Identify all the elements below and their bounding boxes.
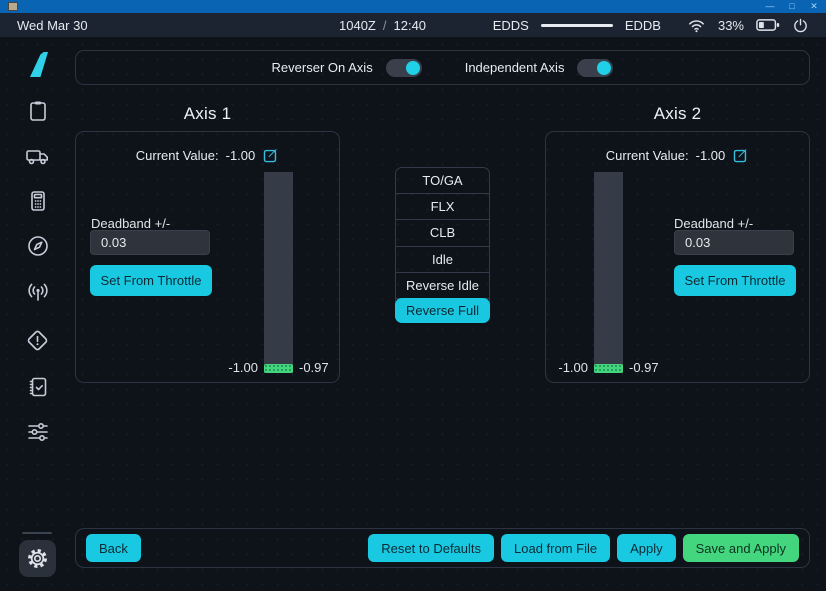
axis1-bar-max-label: -0.97 xyxy=(299,360,329,375)
axis2-heading: Axis 2 xyxy=(545,104,810,124)
axis2-deadband-input[interactable] xyxy=(674,230,794,255)
axis-options-panel: Reverser On Axis Independent Axis xyxy=(75,50,810,85)
sidebar-item-compass[interactable] xyxy=(0,234,75,258)
axis1-deadband-label: Deadband +/- xyxy=(91,216,170,231)
sidebar-item-settings-sliders[interactable] xyxy=(0,420,75,444)
close-icon[interactable]: ✕ xyxy=(808,0,820,13)
axis2-axis-bar-fill xyxy=(594,364,623,373)
reverser-on-axis-label: Reverser On Axis xyxy=(272,60,373,75)
reset-to-defaults-button[interactable]: Reset to Defaults xyxy=(368,534,494,562)
efb-window: — □ ✕ Wed Mar 30 1040Z / 12:40 EDDS EDDB… xyxy=(0,0,826,591)
apply-button[interactable]: Apply xyxy=(617,534,676,562)
axis1-set-from-throttle-button[interactable]: Set From Throttle xyxy=(90,265,212,296)
axis2-axis-bar xyxy=(594,172,623,373)
window-title-bar: — □ ✕ xyxy=(0,0,826,13)
sidebar-item-ground-services[interactable] xyxy=(0,144,75,168)
load-from-file-button[interactable]: Load from File xyxy=(501,534,610,562)
axis2-bar-max-label: -0.97 xyxy=(629,360,659,375)
independent-axis-toggle[interactable] xyxy=(577,59,613,77)
sidebar-item-calculator[interactable] xyxy=(0,189,75,213)
axis2-set-from-throttle-button[interactable]: Set From Throttle xyxy=(674,265,796,296)
minimize-icon[interactable]: — xyxy=(764,0,776,13)
utc-time: 1040Z xyxy=(339,18,376,33)
axis1-current-value: Current Value: -1.00 xyxy=(76,147,339,164)
route-progress-line xyxy=(541,24,613,27)
detent-clb[interactable]: CLB xyxy=(396,220,489,246)
airline-tail-logo xyxy=(30,52,48,77)
axis2-bar-min-label: -1.00 xyxy=(546,360,588,375)
battery-icon xyxy=(756,18,780,32)
axis2-deadband-label: Deadband +/- xyxy=(674,216,753,231)
status-bar: Wed Mar 30 1040Z / 12:40 EDDS EDDB 33% xyxy=(0,13,826,37)
flight-route: EDDS EDDB 33% xyxy=(493,17,809,34)
reverser-on-axis-toggle[interactable] xyxy=(386,59,422,77)
axis2-panel: Current Value: -1.00 -1.00 -0.97 Deadban… xyxy=(545,131,810,383)
clock: 1040Z / 12:40 xyxy=(339,13,426,37)
detent-reverse-full-selected[interactable]: Reverse Full xyxy=(395,298,490,323)
sidebar-divider xyxy=(22,532,52,534)
gear-icon xyxy=(25,546,50,571)
detent-toga[interactable]: TO/GA xyxy=(396,168,489,194)
save-and-apply-button[interactable]: Save and Apply xyxy=(683,534,799,562)
sidebar-item-checklist[interactable] xyxy=(0,375,75,399)
axis1-deadband-input[interactable] xyxy=(90,230,210,255)
axis2-current-value-label: Current Value: xyxy=(606,148,689,163)
axis1-heading: Axis 1 xyxy=(75,104,340,124)
battery-percent: 33% xyxy=(718,18,744,33)
maximize-icon[interactable]: □ xyxy=(786,0,798,13)
power-icon[interactable] xyxy=(792,17,809,34)
sidebar-item-radio[interactable] xyxy=(0,281,75,305)
axis1-bar-min-label: -1.00 xyxy=(186,360,258,375)
sidebar xyxy=(0,37,75,591)
sidebar-item-alerts[interactable] xyxy=(0,328,75,353)
axis2-current-value-number: -1.00 xyxy=(696,148,726,163)
independent-axis-label: Independent Axis xyxy=(465,60,565,75)
app-icon xyxy=(8,2,18,11)
edit-icon[interactable] xyxy=(732,147,749,164)
axis1-panel: Current Value: -1.00 Deadband +/- Set Fr… xyxy=(75,131,340,383)
axis2-current-value: Current Value: -1.00 xyxy=(546,147,809,164)
axis1-axis-bar xyxy=(264,172,293,373)
sidebar-item-clipboard[interactable] xyxy=(0,99,75,123)
edit-icon[interactable] xyxy=(262,147,279,164)
destination-airport: EDDB xyxy=(625,18,661,33)
local-time: 12:40 xyxy=(394,18,427,33)
back-button[interactable]: Back xyxy=(86,534,141,562)
detent-flx[interactable]: FLX xyxy=(396,194,489,220)
wifi-icon xyxy=(687,17,706,33)
axis1-current-value-number: -1.00 xyxy=(226,148,256,163)
sidebar-item-settings-active[interactable] xyxy=(19,540,56,577)
axis1-axis-bar-fill xyxy=(264,364,293,373)
date-label: Wed Mar 30 xyxy=(17,18,88,33)
detent-reverse-idle[interactable]: Reverse Idle xyxy=(396,273,489,299)
detent-list: TO/GA FLX CLB Idle Reverse Idle Reverse … xyxy=(395,167,490,323)
origin-airport: EDDS xyxy=(493,18,529,33)
time-separator: / xyxy=(383,18,387,33)
footer-bar: Back Reset to Defaults Load from File Ap… xyxy=(75,528,810,568)
detent-idle[interactable]: Idle xyxy=(396,247,489,273)
axis1-current-value-label: Current Value: xyxy=(136,148,219,163)
